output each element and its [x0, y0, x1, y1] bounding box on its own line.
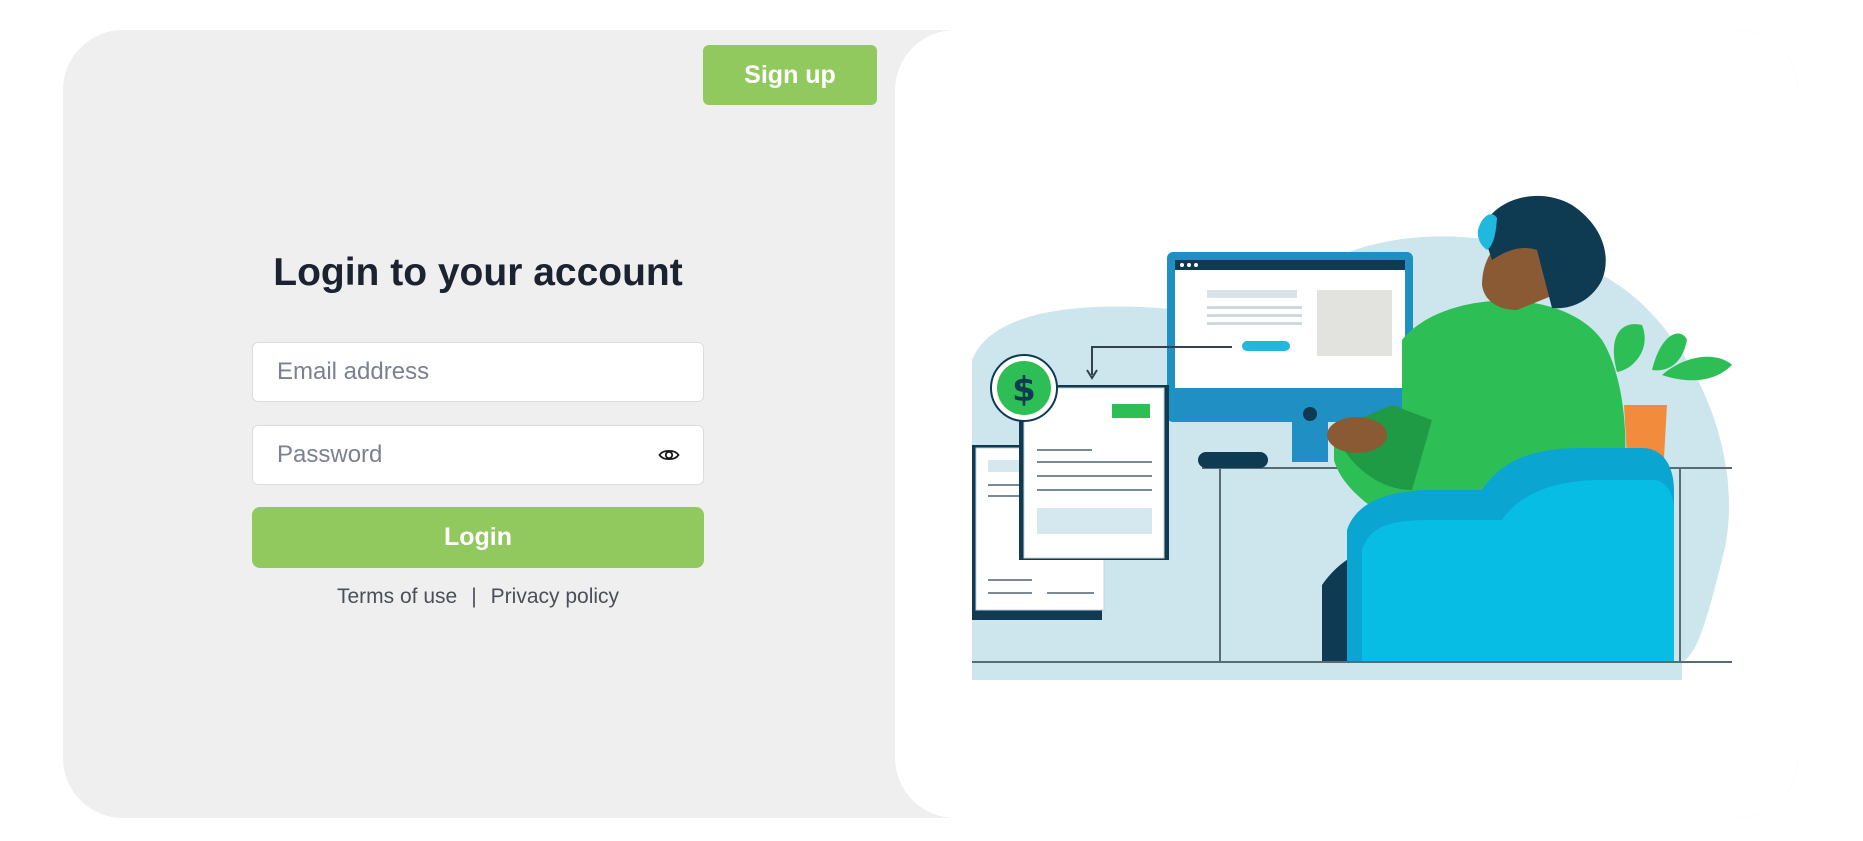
- link-separator: |: [471, 585, 477, 608]
- workspace-illustration: $: [972, 195, 1732, 680]
- page-title: Login to your account: [273, 251, 683, 294]
- email-input[interactable]: [275, 357, 681, 387]
- email-field-container: [252, 342, 704, 402]
- terms-link[interactable]: Terms of use: [337, 585, 457, 608]
- dollar-badge-label: $: [1012, 370, 1036, 410]
- login-form: Login to your account Login Terms of use…: [252, 245, 704, 608]
- privacy-link[interactable]: Privacy policy: [491, 585, 619, 608]
- password-field-container: [252, 425, 704, 485]
- login-button[interactable]: Login: [252, 507, 704, 568]
- signup-button[interactable]: Sign up: [703, 45, 877, 105]
- footer-links: Terms of use | Privacy policy: [252, 585, 704, 609]
- password-input[interactable]: [275, 440, 657, 470]
- eye-icon[interactable]: [657, 442, 681, 468]
